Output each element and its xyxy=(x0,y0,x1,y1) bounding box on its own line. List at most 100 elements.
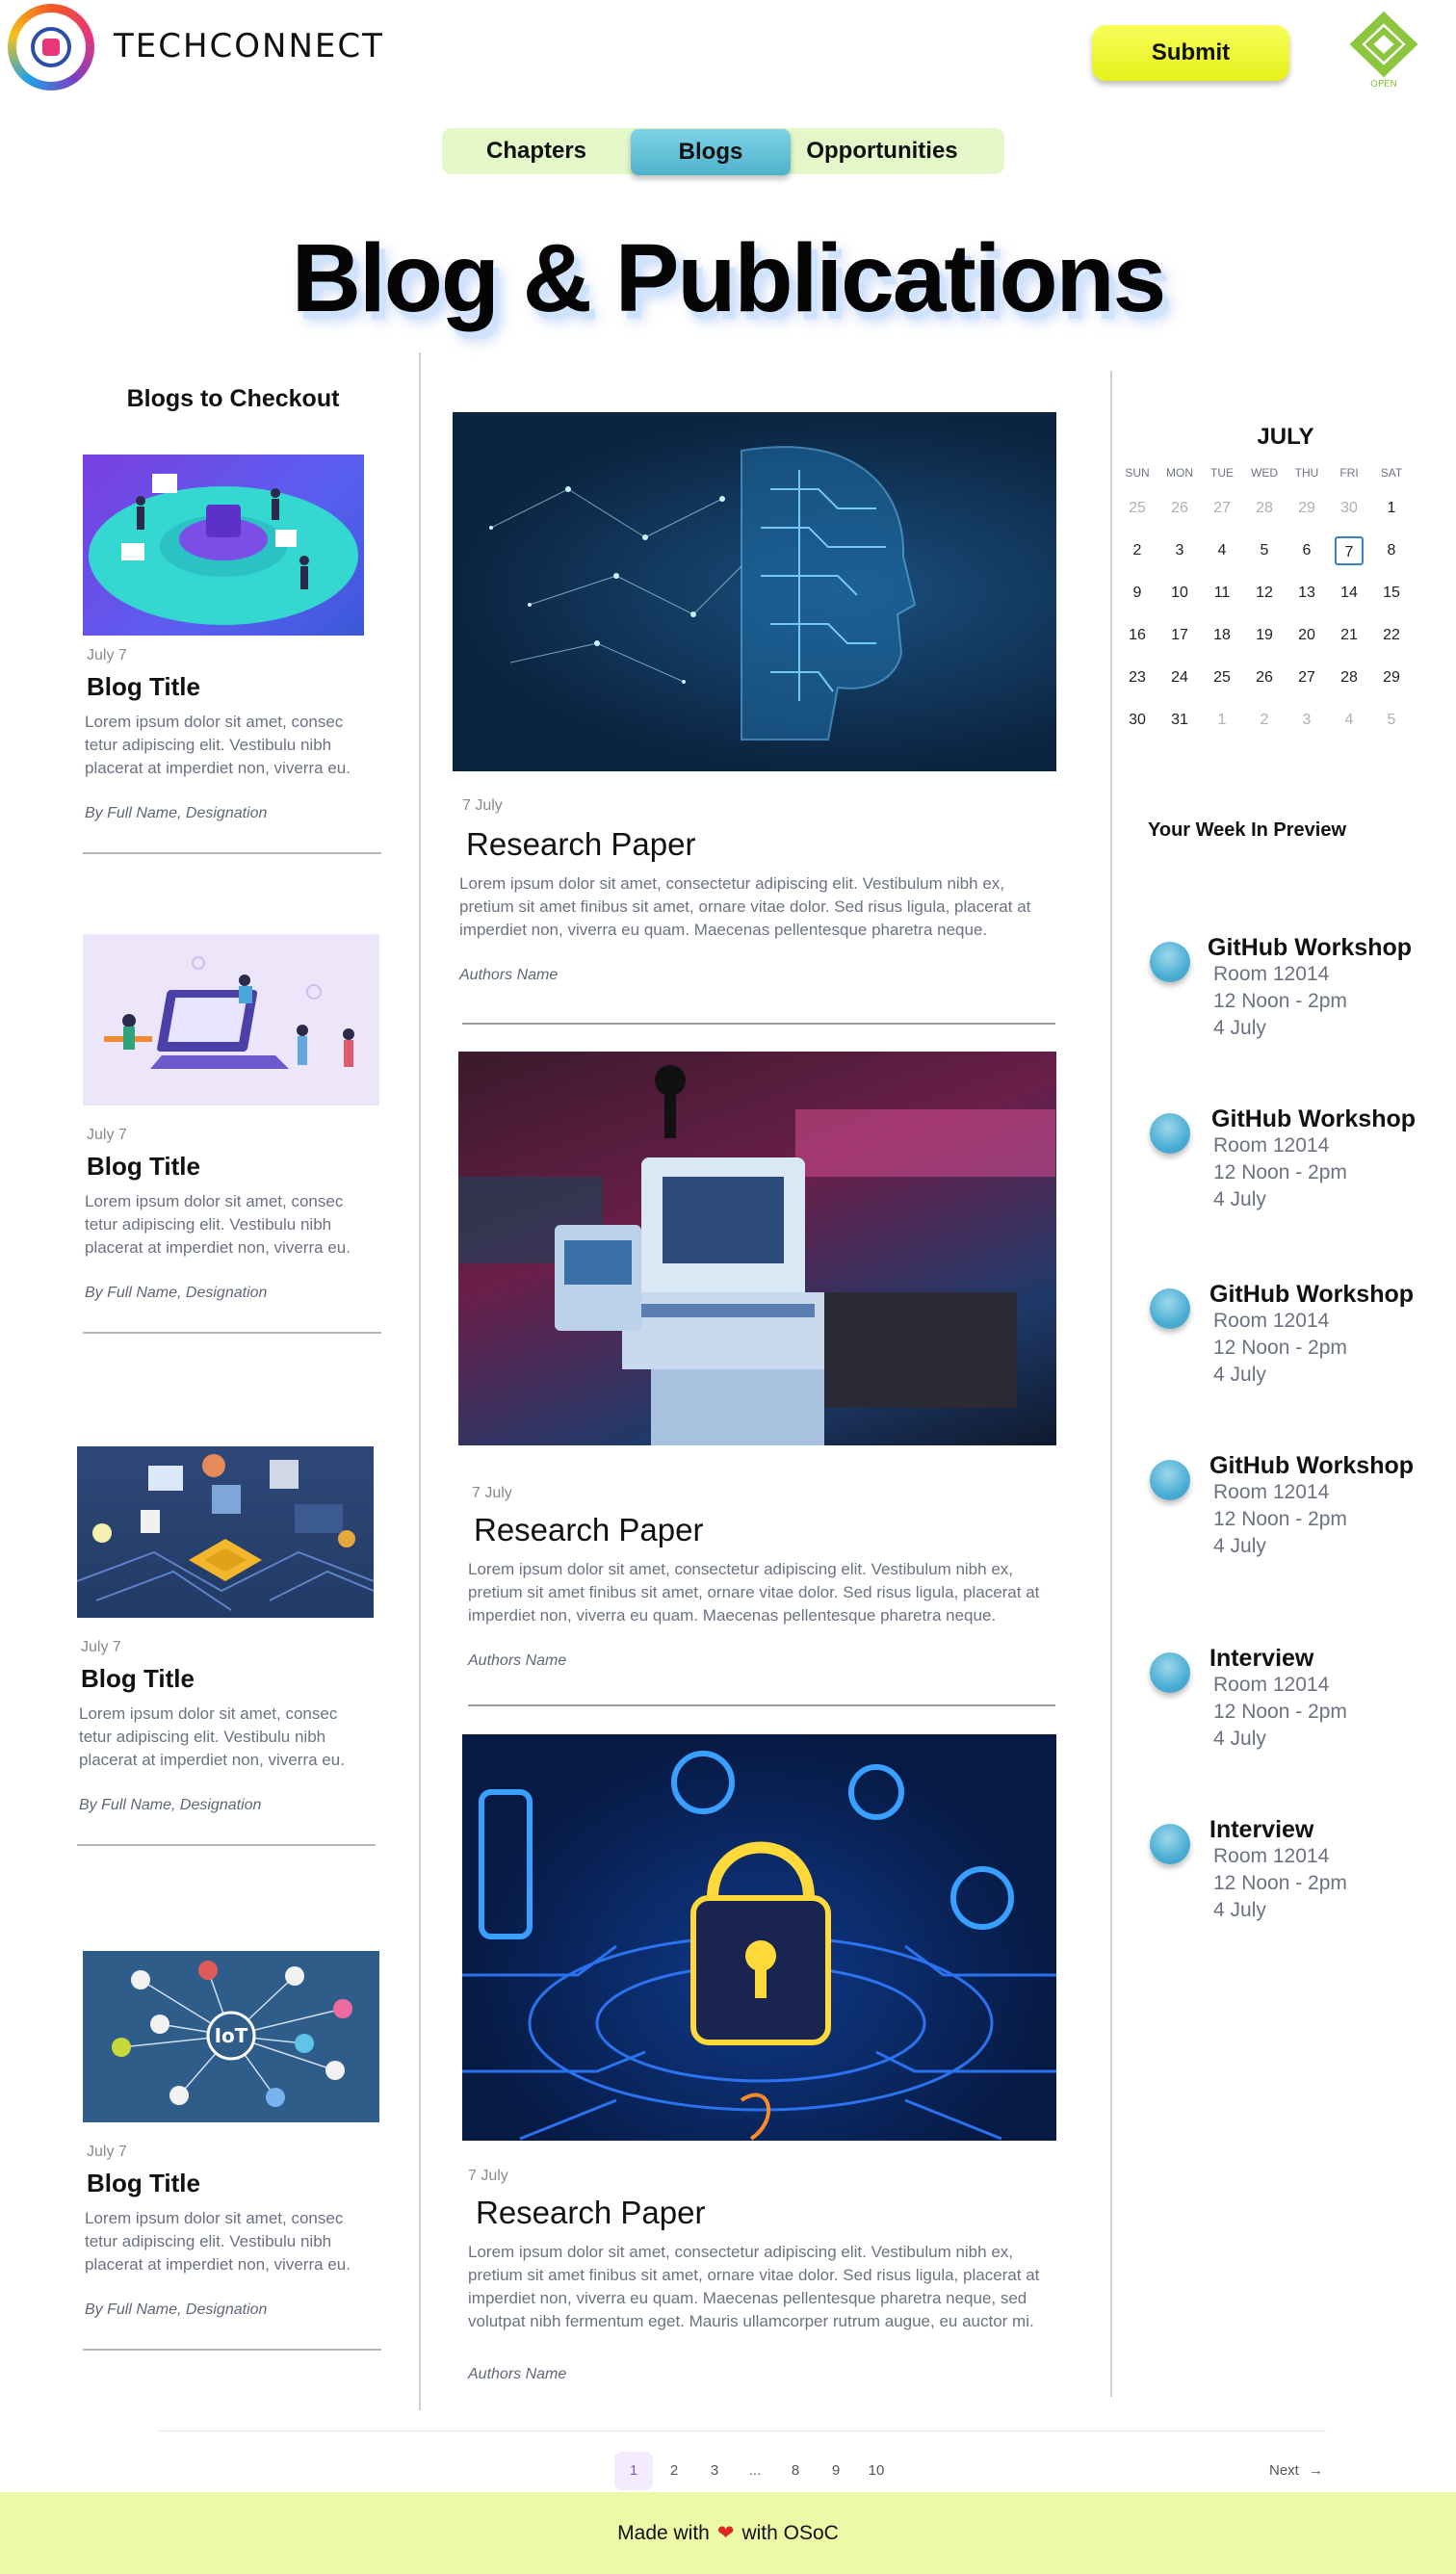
arrow-right-icon: → xyxy=(1309,2462,1324,2479)
blog-title[interactable]: Blog Title xyxy=(81,1664,195,1694)
event-name[interactable]: Interview xyxy=(1209,1645,1313,1673)
event-item[interactable]: Interview Room 12014 12 Noon - 2pm 4 Jul… xyxy=(1150,1807,1439,1932)
calendar-day-today[interactable]: 7 xyxy=(1335,536,1364,565)
paper-image[interactable] xyxy=(462,1734,1056,2141)
page-2[interactable]: 2 xyxy=(655,2452,693,2490)
blog-title[interactable]: Blog Title xyxy=(87,2169,200,2198)
paper-title[interactable]: Research Paper xyxy=(476,2195,705,2231)
calendar-day[interactable]: 10 xyxy=(1160,579,1199,608)
calendar-day[interactable]: 2 xyxy=(1245,706,1284,735)
calendar-day[interactable]: 5 xyxy=(1245,536,1284,565)
event-item[interactable]: GitHub Workshop Room 12014 12 Noon - 2pm… xyxy=(1150,1443,1439,1568)
open-logo-icon[interactable]: OPEN xyxy=(1340,11,1427,91)
calendar-day[interactable]: 12 xyxy=(1245,579,1284,608)
calendar-day[interactable]: 13 xyxy=(1287,579,1326,608)
calendar-day[interactable]: 24 xyxy=(1160,663,1199,692)
calendar-day[interactable]: 9 xyxy=(1118,579,1157,608)
blog-card[interactable]: July 7 Blog Title Lorem ipsum dolor sit … xyxy=(83,934,381,1339)
next-button[interactable]: Next → xyxy=(1269,2452,1323,2490)
blog-title[interactable]: Blog Title xyxy=(87,1152,200,1182)
calendar-day[interactable]: 3 xyxy=(1287,706,1326,735)
calendar-day[interactable]: 1 xyxy=(1203,706,1241,735)
blog-image[interactable] xyxy=(77,1446,374,1618)
calendar-day[interactable]: 8 xyxy=(1372,536,1411,565)
event-item[interactable]: Interview Room 12014 12 Noon - 2pm 4 Jul… xyxy=(1150,1635,1439,1760)
blog-image[interactable]: IoT xyxy=(83,1951,379,2122)
calendar-day[interactable]: 5 xyxy=(1372,706,1411,735)
event-item[interactable]: GitHub Workshop Room 12014 12 Noon - 2pm… xyxy=(1150,1271,1439,1396)
paper-card[interactable]: 7 July Research Paper Lorem ipsum dolor … xyxy=(458,1052,1065,1706)
tab-opportunities[interactable]: Opportunities xyxy=(791,128,974,174)
calendar-day[interactable]: 29 xyxy=(1372,663,1411,692)
calendar-day[interactable]: 27 xyxy=(1203,494,1241,523)
calendar-day[interactable]: 1 xyxy=(1372,494,1411,523)
calendar-day[interactable]: 4 xyxy=(1330,706,1368,735)
blog-author: By Full Name, Designation xyxy=(85,805,268,821)
calendar-day[interactable]: 29 xyxy=(1287,494,1326,523)
calendar-day[interactable]: 15 xyxy=(1372,579,1411,608)
submit-button[interactable]: Submit xyxy=(1092,25,1289,81)
paper-title[interactable]: Research Paper xyxy=(466,826,695,863)
blog-card[interactable]: IoT July 7 Blog Title Lorem ipsum dolor … xyxy=(83,1951,381,2355)
calendar-day[interactable]: 16 xyxy=(1118,621,1157,650)
paper-author: Authors Name xyxy=(468,1652,567,1669)
blog-title[interactable]: Blog Title xyxy=(87,672,200,702)
paper-card[interactable]: 7 July Research Paper Lorem ipsum dolor … xyxy=(453,412,1059,1028)
event-item[interactable]: GitHub Workshop Room 12014 12 Noon - 2pm… xyxy=(1150,924,1439,1050)
weekday-header: SAT xyxy=(1380,466,1403,480)
blog-image[interactable] xyxy=(83,934,379,1105)
calendar-day[interactable]: 6 xyxy=(1287,536,1326,565)
calendar-day[interactable]: 31 xyxy=(1160,706,1199,735)
page-3[interactable]: 3 xyxy=(695,2452,734,2490)
event-name[interactable]: GitHub Workshop xyxy=(1211,1105,1416,1133)
calendar-day[interactable]: 19 xyxy=(1245,621,1284,650)
blog-card[interactable]: July 7 Blog Title Lorem ipsum dolor sit … xyxy=(77,1446,376,1851)
page-9[interactable]: 9 xyxy=(817,2452,855,2490)
calendar-day[interactable]: 30 xyxy=(1330,494,1368,523)
calendar-day[interactable]: 3 xyxy=(1160,536,1199,565)
blog-date: July 7 xyxy=(81,1639,121,1655)
calendar-day[interactable]: 14 xyxy=(1330,579,1368,608)
tab-blogs[interactable]: Blogs xyxy=(631,129,791,175)
weekday-header: TUE xyxy=(1210,466,1234,480)
paper-card[interactable]: 7 July Research Paper Lorem ipsum dolor … xyxy=(462,1734,1069,2389)
event-name[interactable]: GitHub Workshop xyxy=(1208,934,1412,962)
blog-card[interactable]: July 7 Blog Title Lorem ipsum dolor sit … xyxy=(83,455,381,859)
tab-chapters[interactable]: Chapters xyxy=(442,128,631,174)
event-name[interactable]: GitHub Workshop xyxy=(1209,1452,1414,1480)
calendar-day[interactable]: 22 xyxy=(1372,621,1411,650)
paper-image[interactable] xyxy=(458,1052,1056,1445)
calendar-day[interactable]: 18 xyxy=(1203,621,1241,650)
weekday-header: FRI xyxy=(1339,466,1359,480)
calendar-day[interactable]: 25 xyxy=(1203,663,1241,692)
event-name[interactable]: Interview xyxy=(1209,1816,1313,1844)
event-room: Room 12014 xyxy=(1213,1845,1330,1867)
event-name[interactable]: GitHub Workshop xyxy=(1209,1281,1414,1309)
blog-image[interactable] xyxy=(83,455,364,636)
calendar-day[interactable]: 25 xyxy=(1118,494,1157,523)
calendar-day[interactable]: 4 xyxy=(1203,536,1241,565)
event-room: Room 12014 xyxy=(1213,963,1330,985)
calendar-day[interactable]: 26 xyxy=(1160,494,1199,523)
calendar-day[interactable]: 28 xyxy=(1330,663,1368,692)
calendar-day[interactable]: 11 xyxy=(1203,579,1241,608)
calendar-day[interactable]: 2 xyxy=(1118,536,1157,565)
calendar-day[interactable]: 30 xyxy=(1118,706,1157,735)
paper-image[interactable] xyxy=(453,412,1056,771)
calendar-day[interactable]: 17 xyxy=(1160,621,1199,650)
paper-title[interactable]: Research Paper xyxy=(474,1512,703,1548)
blog-description: Lorem ipsum dolor sit amet, consec tetur… xyxy=(85,2209,351,2274)
calendar-day[interactable]: 28 xyxy=(1245,494,1284,523)
calendar-day[interactable]: 26 xyxy=(1245,663,1284,692)
calendar-day[interactable]: 20 xyxy=(1287,621,1326,650)
weekday-header: WED xyxy=(1251,466,1278,480)
calendar-day[interactable]: 27 xyxy=(1287,663,1326,692)
page-8[interactable]: 8 xyxy=(776,2452,815,2490)
page-1[interactable]: 1 xyxy=(614,2452,653,2490)
event-item[interactable]: GitHub Workshop Room 12014 12 Noon - 2pm… xyxy=(1150,1096,1439,1221)
calendar-month[interactable]: JULY xyxy=(1122,424,1449,451)
calendar-day[interactable]: 23 xyxy=(1118,663,1157,692)
calendar-day[interactable]: 21 xyxy=(1330,621,1368,650)
page-10[interactable]: 10 xyxy=(857,2452,896,2490)
event-dot-icon xyxy=(1150,1652,1190,1693)
